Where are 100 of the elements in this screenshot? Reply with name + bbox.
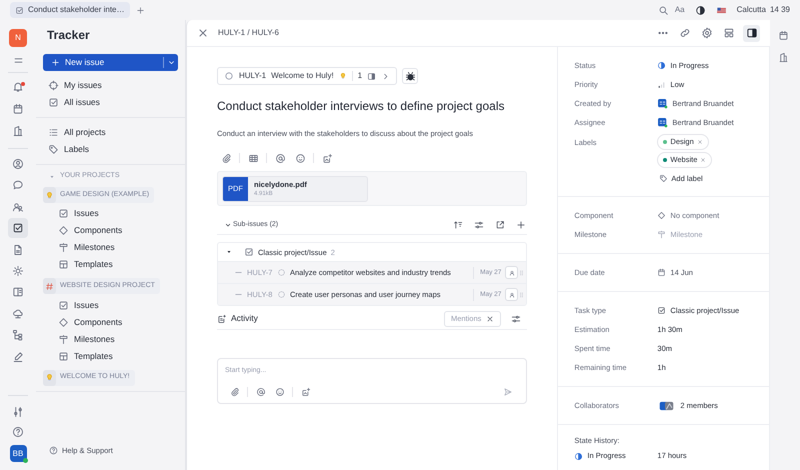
project-nav-item[interactable]: Milestones — [53, 239, 178, 256]
settings-icon — [701, 27, 713, 39]
project-button[interactable] — [402, 68, 418, 84]
project-nav-item[interactable]: Templates — [53, 348, 178, 364]
plus-icon — [51, 58, 60, 67]
building-icon — [12, 125, 24, 137]
avatar-icon — [657, 98, 668, 109]
issue-title: Conduct stakeholder interviews to define project goals — [217, 99, 506, 114]
project-nav-item[interactable]: Issues — [53, 296, 178, 314]
checkbox-icon — [48, 97, 59, 108]
crosshair-icon — [48, 80, 59, 91]
person-circle-icon — [12, 158, 24, 170]
bulb-icon — [338, 72, 347, 80]
avatar-icon — [657, 117, 668, 128]
project-nav-item[interactable]: Issues — [53, 205, 178, 222]
nav-item[interactable]: All projects — [43, 124, 178, 141]
checkbox-icon — [12, 222, 24, 234]
new-issue-button[interactable]: New issue — [43, 54, 178, 71]
calendar-icon — [778, 30, 789, 40]
assignee-button[interactable] — [505, 266, 518, 280]
browser-tab[interactable]: Conduct stakeholder inte… — [10, 2, 130, 18]
calendar-icon — [12, 103, 24, 115]
sort-icon — [452, 220, 463, 230]
location-text: Calcutta — [736, 4, 766, 16]
at-sign-button[interactable] — [273, 151, 287, 166]
chat-icon — [12, 179, 24, 192]
at-sign-icon — [274, 152, 286, 164]
theme-button[interactable] — [694, 4, 706, 16]
panel-toggle-button[interactable] — [743, 24, 760, 42]
close-icon — [197, 27, 209, 39]
send-icon — [503, 386, 514, 397]
building-icon — [778, 52, 789, 62]
bug-icon — [404, 70, 416, 82]
close-icon — [486, 314, 494, 323]
layout-icon — [723, 27, 735, 39]
bell-icon — [12, 81, 24, 93]
plus-icon — [136, 6, 145, 14]
close-icon — [700, 157, 706, 163]
template-icon — [58, 259, 69, 270]
project-nav-item[interactable]: Components — [53, 314, 178, 330]
diamond-icon — [58, 316, 69, 328]
add-image-icon — [322, 152, 332, 164]
checkbox-icon — [657, 306, 666, 315]
plus-icon — [516, 220, 526, 230]
sliders-icon — [12, 406, 24, 418]
user-avatar[interactable]: BB — [10, 445, 26, 462]
list-icon — [48, 127, 59, 138]
filter-icon — [474, 220, 484, 230]
nav-item[interactable]: My issues — [43, 77, 178, 94]
checkbox-icon — [58, 300, 69, 310]
help-icon — [12, 426, 24, 438]
contrast-icon — [694, 4, 706, 16]
at-sign-icon — [256, 386, 266, 397]
checkbox-button[interactable] — [8, 218, 28, 238]
sidebar-title: Tracker — [47, 27, 91, 43]
bulb-icon — [45, 373, 54, 382]
at-sign-button[interactable] — [254, 385, 267, 398]
help-icon — [49, 446, 58, 455]
breadcrumb[interactable]: HULY-1 / HULY-6 — [218, 27, 279, 39]
half-circle-icon — [574, 452, 584, 460]
people-icon — [12, 200, 24, 213]
filter-icon — [511, 314, 522, 324]
note-icon — [217, 314, 227, 324]
project-nav-item[interactable]: Templates — [53, 256, 178, 274]
dashed-circle-icon — [277, 268, 286, 278]
tag-icon — [48, 144, 59, 155]
panel-icon — [746, 27, 758, 39]
smiley-button[interactable] — [273, 385, 286, 398]
text-size-button[interactable]: Aa — [674, 4, 685, 16]
table-icon — [248, 152, 258, 164]
avatar-pair-icon — [657, 400, 676, 412]
clock-text: 14 39 — [770, 4, 790, 16]
bulb-icon — [45, 190, 54, 200]
pencil-icon — [12, 350, 24, 363]
activity-title: Activity — [231, 312, 258, 326]
signal-bars-icon — [657, 80, 666, 89]
nav-item[interactable]: Labels — [43, 141, 178, 158]
project-nav-item[interactable]: Components — [53, 222, 178, 240]
user-icon — [508, 268, 516, 277]
close-button[interactable] — [197, 27, 209, 39]
smiley-icon — [294, 152, 306, 164]
assignee-button[interactable] — [505, 288, 518, 302]
link-icon — [679, 27, 691, 39]
search-button[interactable] — [658, 4, 669, 16]
circle-icon — [224, 71, 234, 81]
diamond-icon — [58, 225, 69, 236]
sun-icon — [12, 264, 24, 277]
signpost-icon — [58, 334, 69, 344]
parent-issue-chip[interactable]: HULY-1 Welcome to Huly! 1 — [217, 67, 398, 85]
project-nav-item[interactable]: Milestones — [53, 330, 178, 348]
nav-item[interactable]: All issues — [43, 94, 178, 111]
tag-icon — [659, 174, 668, 183]
checkbox-icon — [15, 6, 24, 14]
checkbox-icon — [58, 208, 69, 220]
smiley-icon — [274, 386, 284, 397]
half-circle-icon — [657, 61, 666, 70]
search-icon — [658, 4, 669, 16]
panel-icon — [367, 72, 376, 80]
signpost-icon — [657, 230, 666, 239]
template-icon — [58, 350, 69, 362]
